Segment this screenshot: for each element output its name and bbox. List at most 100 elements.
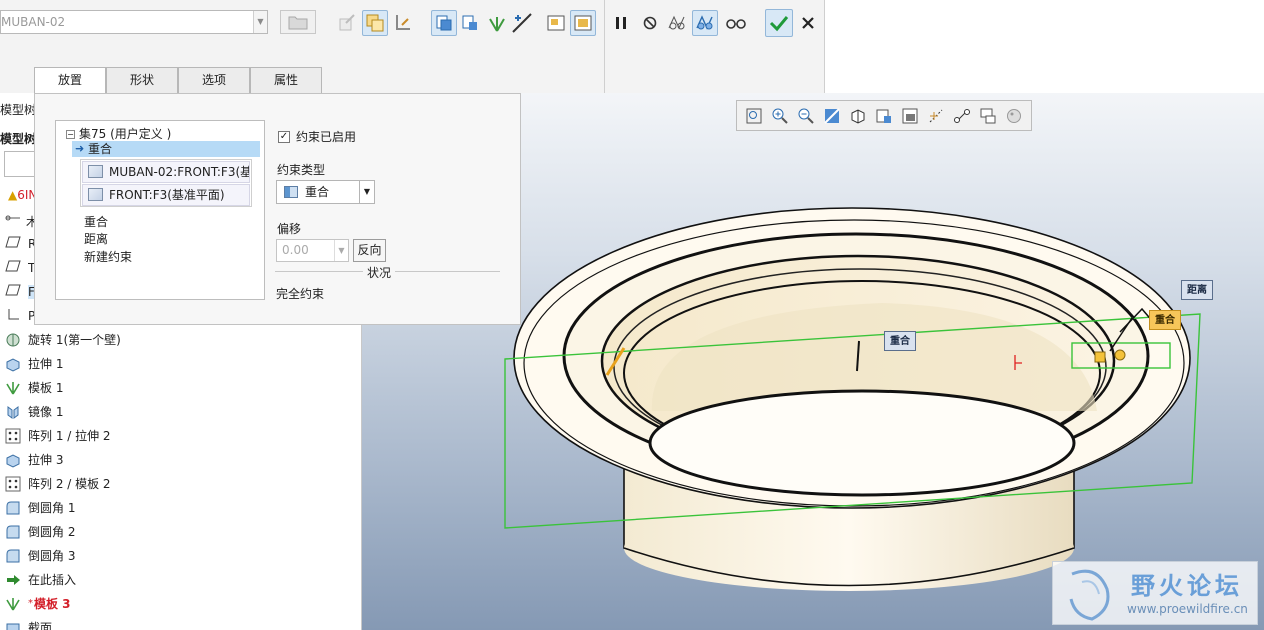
model-tree-filter[interactable] xyxy=(4,151,36,177)
extrude-icon xyxy=(4,452,22,468)
round-icon xyxy=(4,500,22,516)
tree-item-label: 旋转 1(第一个壁) xyxy=(28,333,121,347)
pattern-icon xyxy=(4,428,22,444)
template-icon xyxy=(4,596,22,612)
offset-value: 0.00 xyxy=(282,243,309,257)
pause-icon xyxy=(616,17,626,29)
tree-item-revolve-1[interactable]: 旋转 1(第一个壁) xyxy=(4,329,121,351)
pattern-icon xyxy=(489,17,505,32)
tree-item-extrude-1[interactable]: 拉伸 1 xyxy=(4,353,63,375)
tree-item-pattern-2[interactable]: 阵列 2 / 模板 2 xyxy=(4,473,111,495)
tab-shape[interactable]: 形状 xyxy=(106,67,178,94)
placement-panel: − 集75 (用户定义 ) ➜ 重合 MUBAN-02:FRONT:F3(基 FRO… xyxy=(34,93,521,325)
reference-model-select[interactable]: MUBAN-02 ▼ xyxy=(0,10,268,34)
constraint-set[interactable]: − 集75 (用户定义 ) xyxy=(66,125,171,142)
chevron-down-icon[interactable]: ▼ xyxy=(334,240,348,261)
dashboard-tabs: 放置 形状 选项 属性 xyxy=(34,67,322,95)
template-edit-icon xyxy=(339,14,355,31)
flip-icon xyxy=(512,13,532,33)
glasses-icon xyxy=(726,19,746,29)
tab-placement[interactable]: 放置 xyxy=(34,67,106,95)
flip-button[interactable]: 反向 xyxy=(353,239,386,262)
tree-item-template-3[interactable]: * 模板 3 xyxy=(4,593,71,615)
ok-button[interactable] xyxy=(765,9,793,37)
constraint-option-distance[interactable]: 距离 xyxy=(84,230,108,247)
watermark-title: 野火论坛 xyxy=(1131,572,1243,600)
chevron-down-icon[interactable]: ▼ xyxy=(253,11,267,33)
model-tree-part-name: ▲6IN xyxy=(8,188,38,202)
offset-input[interactable]: 0.00 ▼ xyxy=(276,239,349,262)
glasses-outline-button[interactable] xyxy=(664,10,690,36)
tree-item-template-1[interactable]: 模板 1 xyxy=(4,377,63,399)
pause-button[interactable] xyxy=(608,10,634,36)
checkbox-checked-icon[interactable]: ✓ xyxy=(278,130,290,143)
no-preview-icon xyxy=(643,16,657,30)
verify-button[interactable] xyxy=(692,10,718,36)
constraint-enabled-checkbox[interactable]: ✓ 约束已启用 xyxy=(278,128,356,145)
warning-icon: ▲ xyxy=(8,188,18,202)
tree-item-label: 拉伸 3 xyxy=(28,453,64,467)
flip-button[interactable] xyxy=(509,10,535,36)
constraint-type-select[interactable]: 重合 ▼ xyxy=(276,180,375,204)
component-icon xyxy=(462,15,477,30)
forum-watermark: 野火论坛 www.proewildfire.cn xyxy=(1052,561,1258,625)
window-large-button[interactable] xyxy=(570,10,596,36)
tree-item-round-1[interactable]: 倒圆角 1 xyxy=(4,497,75,519)
folder-icon xyxy=(288,16,308,30)
arrow-right-icon: ➜ xyxy=(75,142,85,155)
place-button[interactable] xyxy=(390,10,416,36)
coincident-icon xyxy=(284,186,298,198)
open-folder-button[interactable] xyxy=(280,10,316,34)
window-button[interactable] xyxy=(543,10,569,36)
constraint-icon xyxy=(436,15,452,31)
tree-item-round-3[interactable]: 倒圆角 3 xyxy=(4,545,75,567)
reference-label: FRONT:F3(基准平面) xyxy=(109,188,225,202)
revolve-icon xyxy=(4,332,22,348)
component-button[interactable] xyxy=(457,10,483,36)
tree-item-label: 模板 3 xyxy=(34,597,71,611)
constraint-button[interactable] xyxy=(431,10,457,36)
template-edit-button[interactable] xyxy=(334,10,360,36)
tree-item-extrude-3[interactable]: 拉伸 3 xyxy=(4,449,63,471)
tree-item-label: 阵列 2 / 模板 2 xyxy=(28,477,111,491)
glasses-outline-icon xyxy=(668,15,685,30)
tree-item-pattern-1[interactable]: 阵列 1 / 拉伸 2 xyxy=(4,425,111,447)
assembly-copy-icon xyxy=(366,14,384,32)
window-icon xyxy=(547,15,565,31)
selected-constraint[interactable]: ➜ 重合 xyxy=(72,141,260,157)
chevron-down-icon[interactable]: ▼ xyxy=(359,181,374,203)
tree-item-round-2[interactable]: 倒圆角 2 xyxy=(4,521,75,543)
model-tree-header: 模型树 xyxy=(0,132,37,146)
new-feature-asterisk: * xyxy=(28,598,33,609)
extrude-icon xyxy=(4,356,22,372)
offset-label: 偏移 xyxy=(277,222,302,236)
tree-item-mirror-1[interactable]: 镜像 1 xyxy=(4,401,63,423)
reference-item[interactable]: FRONT:F3(基准平面) xyxy=(82,184,250,206)
reference-item[interactable]: MUBAN-02:FRONT:F3(基 xyxy=(82,161,250,183)
tree-item-label: 倒圆角 3 xyxy=(28,549,76,563)
new-constraint-link[interactable]: 新建约束 xyxy=(84,248,132,265)
selected-constraint-label: 重合 xyxy=(88,142,113,156)
insert-here-icon xyxy=(4,572,22,588)
tree-item-insert-here[interactable]: 在此插入 xyxy=(4,569,76,591)
tab-options[interactable]: 选项 xyxy=(178,67,250,94)
tree-item-section[interactable]: 截面 xyxy=(4,617,52,630)
distance-annotation[interactable]: 距离 xyxy=(1181,280,1213,300)
check-icon xyxy=(769,16,789,32)
datum-plane-icon xyxy=(4,235,22,252)
active-coincident-annotation[interactable]: 重合 xyxy=(1149,310,1181,330)
glasses-button[interactable] xyxy=(723,10,749,36)
window-large-icon xyxy=(574,15,592,31)
cancel-button[interactable] xyxy=(795,10,821,36)
pattern-button[interactable] xyxy=(484,10,510,36)
flame-logo-icon xyxy=(1069,569,1110,621)
no-preview-button[interactable] xyxy=(637,10,663,36)
dashboard-empty-area xyxy=(825,0,1264,93)
collapse-icon[interactable]: − xyxy=(66,130,75,139)
tab-properties[interactable]: 属性 xyxy=(250,67,322,94)
constraint-option-coincident[interactable]: 重合 xyxy=(84,213,108,230)
assembly-copy-button[interactable] xyxy=(362,10,388,36)
constraint-references: MUBAN-02:FRONT:F3(基 FRONT:F3(基准平面) xyxy=(80,159,252,207)
coincident-annotation[interactable]: 重合 xyxy=(884,331,916,351)
verify-icon xyxy=(696,15,713,30)
